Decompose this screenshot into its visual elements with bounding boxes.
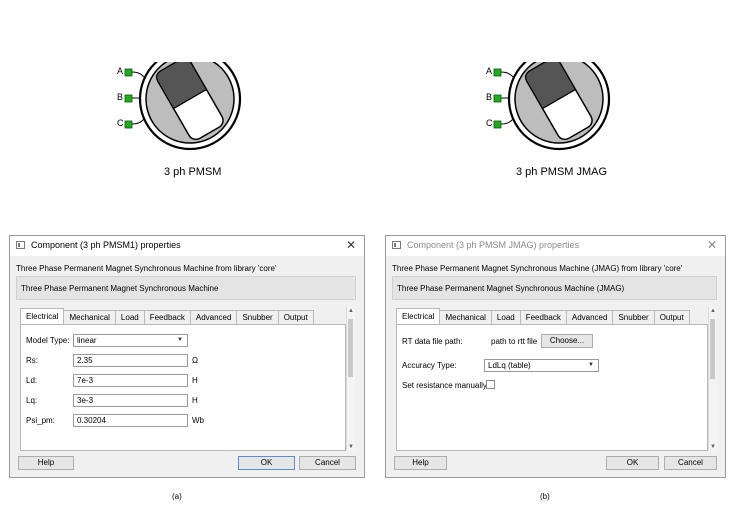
set-resistance-label: Set resistance manually: (402, 381, 490, 390)
scrollbar-thumb[interactable] (348, 319, 353, 377)
port-a-terminal (124, 68, 133, 77)
tab-advanced[interactable]: Advanced (190, 310, 238, 325)
title-bar[interactable]: Component (3 ph PMSM1) properties ✕ (10, 236, 364, 256)
window-icon (16, 241, 25, 249)
psi-pm-label: Psi_pm: (26, 416, 55, 425)
tab-bar: Electrical Mechanical Load Feedback Adva… (20, 308, 314, 325)
port-c-label: C (117, 118, 124, 128)
ok-button[interactable]: OK (238, 456, 295, 470)
port-b-terminal (124, 94, 133, 103)
tab-bar: Electrical Mechanical Load Feedback Adva… (396, 308, 690, 325)
tab-load[interactable]: Load (115, 310, 145, 325)
model-type-select[interactable]: linear ▼ (73, 334, 188, 347)
close-icon[interactable]: ✕ (707, 238, 717, 252)
accuracy-type-label: Accuracy Type: (402, 361, 457, 370)
port-a-label: A (486, 66, 493, 76)
chevron-down-icon: ▼ (588, 362, 594, 368)
component-name-box: Three Phase Permanent Magnet Synchronous… (16, 276, 356, 300)
rt-file-label: RT data file path: (402, 337, 463, 346)
help-button[interactable]: Help (18, 456, 74, 470)
ld-input[interactable]: 7e-3 (73, 374, 188, 387)
choose-file-button[interactable]: Choose... (541, 334, 593, 348)
rs-input[interactable]: 2.35 (73, 354, 188, 367)
component-description: Three Phase Permanent Magnet Synchronous… (392, 264, 683, 273)
title-bar[interactable]: Component (3 ph PMSM JMAG) properties ✕ (386, 236, 725, 256)
properties-dialog-pmsm: Component (3 ph PMSM1) properties ✕ Thre… (9, 235, 365, 478)
pmsm-jmag-symbol[interactable] (479, 62, 639, 162)
help-button[interactable]: Help (394, 456, 447, 470)
scrollbar-thumb[interactable] (710, 319, 715, 379)
tab-feedback[interactable]: Feedback (144, 310, 191, 325)
tab-electrical[interactable]: Electrical (20, 308, 65, 325)
pmsm-symbol[interactable] (110, 62, 270, 162)
component-name-box: Three Phase Permanent Magnet Synchronous… (392, 276, 717, 300)
chevron-down-icon: ▼ (177, 337, 183, 343)
psi-pm-input[interactable]: 0.30204 (73, 414, 188, 427)
scroll-down-icon[interactable]: ▼ (348, 444, 354, 450)
port-a-label: A (117, 66, 124, 76)
tab-mechanical[interactable]: Mechanical (64, 310, 116, 325)
tab-output[interactable]: Output (654, 310, 690, 325)
component-name: Three Phase Permanent Magnet Synchronous… (21, 284, 219, 293)
ld-unit: H (192, 376, 198, 385)
psi-pm-unit: Wb (192, 416, 204, 425)
electrical-panel: RT data file path: path to rtt file Choo… (396, 324, 708, 451)
port-c-label: C (486, 118, 493, 128)
port-b-label: B (486, 92, 493, 102)
electrical-panel: Model Type: linear ▼ Rs: 2.35 Ω Ld: 7e-3… (20, 324, 346, 451)
dialog-title: Component (3 ph PMSM1) properties (31, 240, 181, 250)
rt-file-path: path to rtt file (491, 337, 538, 346)
ok-button[interactable]: OK (606, 456, 659, 470)
scroll-up-icon[interactable]: ▲ (348, 308, 354, 314)
window-icon (392, 241, 401, 249)
tab-feedback[interactable]: Feedback (520, 310, 567, 325)
figure-caption-b: (b) (540, 492, 550, 501)
accuracy-type-value: LdLq (table) (488, 361, 531, 370)
accuracy-type-select[interactable]: LdLq (table) ▼ (484, 359, 599, 372)
rs-unit: Ω (192, 356, 198, 365)
set-resistance-checkbox[interactable] (486, 380, 495, 389)
tab-snubber[interactable]: Snubber (237, 310, 279, 325)
properties-dialog-pmsm-jmag: Component (3 ph PMSM JMAG) properties ✕ … (385, 235, 726, 478)
close-icon[interactable]: ✕ (346, 238, 356, 252)
dialog-title: Component (3 ph PMSM JMAG) properties (407, 240, 580, 250)
rs-label: Rs: (26, 356, 38, 365)
model-type-label: Model Type: (26, 336, 70, 345)
vertical-scrollbar[interactable]: ▲ ▼ (708, 307, 717, 451)
component-name: Three Phase Permanent Magnet Synchronous… (397, 284, 625, 293)
tab-electrical[interactable]: Electrical (396, 308, 441, 325)
lq-label: Lq: (26, 396, 38, 405)
scroll-up-icon[interactable]: ▲ (710, 308, 716, 314)
component-description: Three Phase Permanent Magnet Synchronous… (16, 264, 277, 273)
lq-input[interactable]: 3e-3 (73, 394, 188, 407)
tab-snubber[interactable]: Snubber (613, 310, 655, 325)
symbol-label: 3 ph PMSM JMAG (516, 166, 608, 178)
ld-label: Ld: (26, 376, 38, 385)
port-b-label: B (117, 92, 124, 102)
tab-load[interactable]: Load (491, 310, 521, 325)
cancel-button[interactable]: Cancel (299, 456, 356, 470)
tab-mechanical[interactable]: Mechanical (440, 310, 492, 325)
model-type-value: linear (77, 336, 97, 345)
tab-advanced[interactable]: Advanced (566, 310, 614, 325)
cancel-button[interactable]: Cancel (664, 456, 717, 470)
symbol-label: 3 ph PMSM (164, 166, 222, 178)
figure-caption-a: (a) (172, 492, 182, 501)
lq-unit: H (192, 396, 198, 405)
port-c-terminal (124, 120, 133, 129)
scroll-down-icon[interactable]: ▼ (710, 444, 716, 450)
tab-output[interactable]: Output (278, 310, 314, 325)
vertical-scrollbar[interactable]: ▲ ▼ (346, 307, 355, 451)
